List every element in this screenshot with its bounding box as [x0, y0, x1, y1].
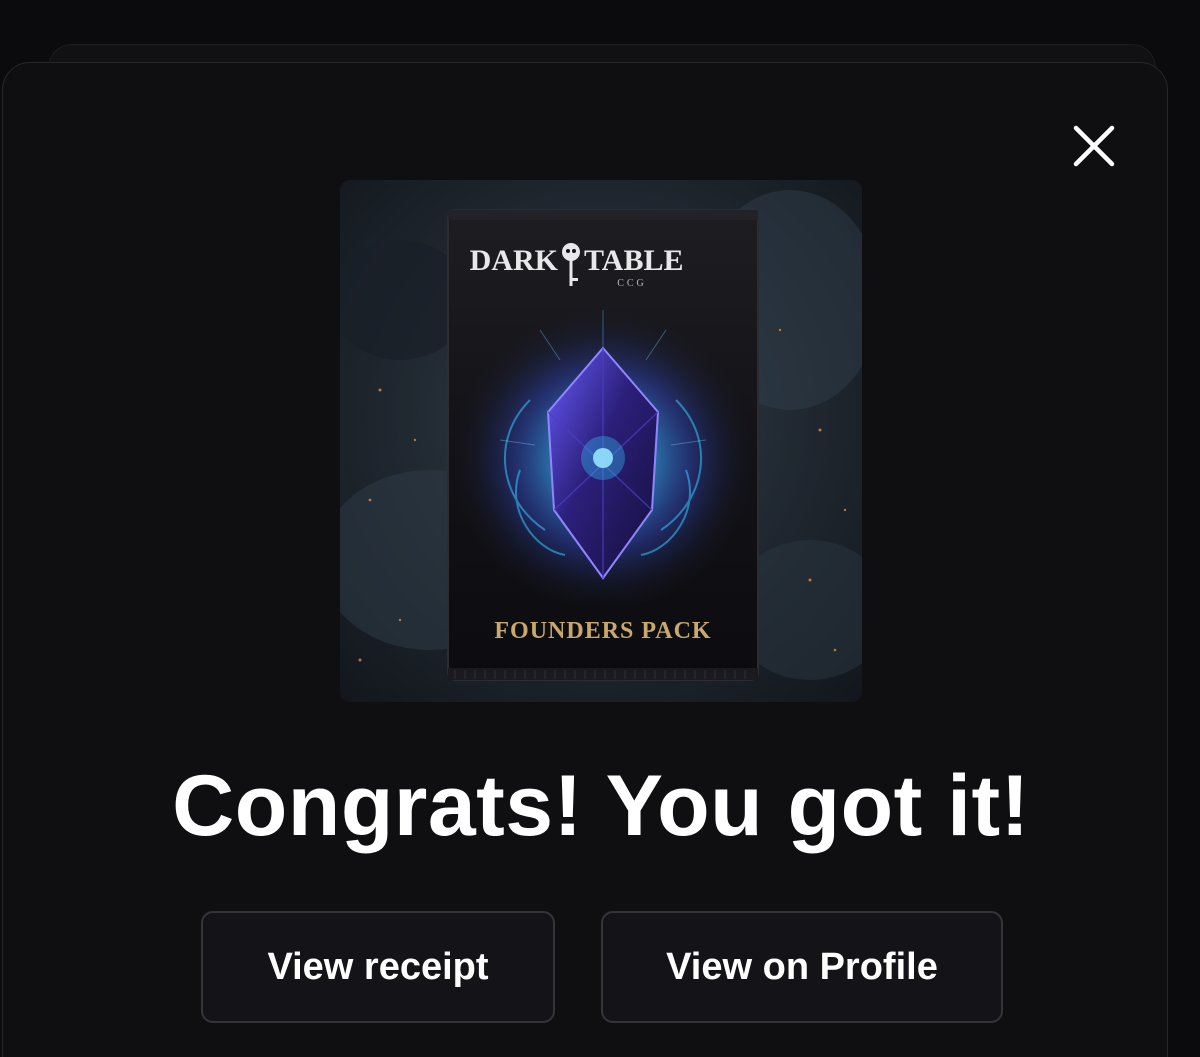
- close-button[interactable]: [1067, 119, 1121, 173]
- view-on-profile-label: View on Profile: [666, 945, 938, 988]
- brand-left-text: DARK: [470, 244, 559, 277]
- view-on-profile-button[interactable]: View on Profile: [601, 911, 1003, 1023]
- brand-right-text: TABLE: [584, 244, 683, 277]
- view-receipt-label: View receipt: [267, 945, 489, 988]
- view-receipt-button[interactable]: View receipt: [201, 911, 555, 1023]
- pack-name-text: FOUNDERS PACK: [494, 618, 711, 644]
- screen: DARK TABLE CCG FOUNDERS PACK Congrats! Y…: [0, 0, 1200, 1057]
- product-image: DARK TABLE CCG FOUNDERS PACK: [340, 180, 862, 702]
- close-icon: [1073, 125, 1115, 167]
- purchase-success-modal: DARK TABLE CCG FOUNDERS PACK Congrats! Y…: [2, 62, 1168, 1057]
- success-title: Congrats! You got it!: [172, 758, 1030, 854]
- brand-sub-text: CCG: [617, 278, 647, 289]
- founders-pack-artwork: DARK TABLE CCG FOUNDERS PACK: [340, 180, 862, 702]
